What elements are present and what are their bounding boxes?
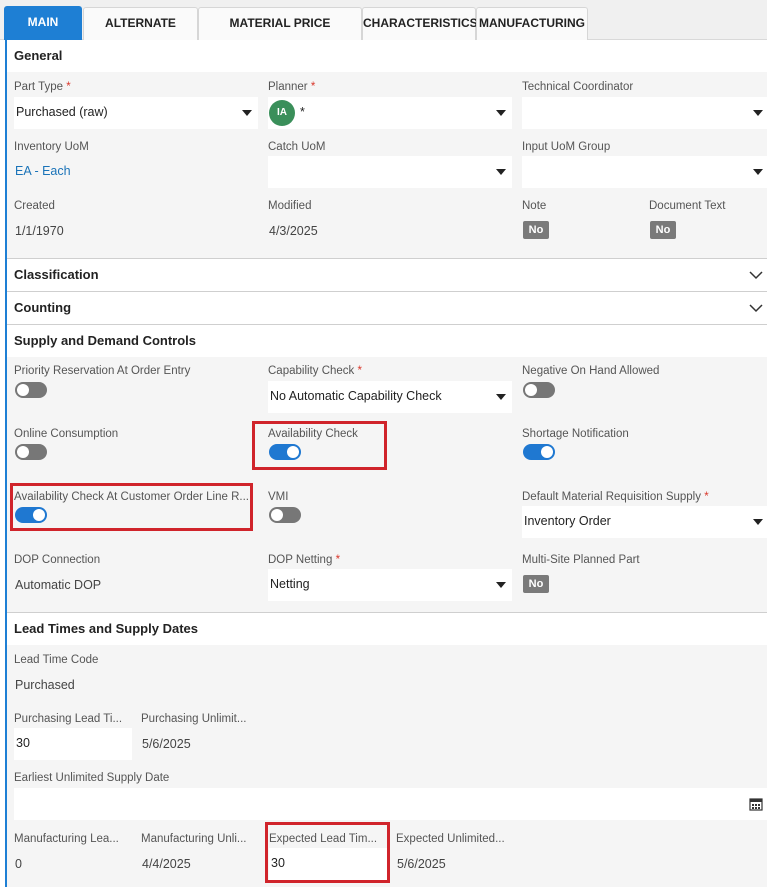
part-type-select[interactable]: Purchased (raw) [14,97,258,129]
document-text-badge[interactable]: No [650,221,676,239]
dop-netting-value: Netting [270,577,310,591]
lead-times-title: Lead Times and Supply Dates [14,621,198,636]
manufacturing-unlimited-value: 4/4/2025 [142,857,191,871]
purchasing-unlimited-value: 5/6/2025 [142,737,191,751]
purchasing-lead-time-label: Purchasing Lead Ti... [14,713,123,725]
general-section-header[interactable]: General [7,40,767,72]
purchasing-lead-time-value: 30 [16,736,30,750]
chevron-down-icon[interactable] [749,268,763,282]
chevron-down-icon [496,582,506,588]
general-title: General [14,48,63,63]
tab-manufacturing[interactable]: MANUFACTURING [476,7,588,40]
default-material-req-value: Inventory Order [524,514,611,528]
supply-demand-section-header[interactable]: Supply and Demand Controls [7,325,767,357]
inventory-uom-label: Inventory UoM [14,141,89,153]
chevron-down-icon[interactable] [749,301,763,315]
created-label: Created [14,200,55,212]
expected-unlimited-value: 5/6/2025 [397,857,446,871]
negative-on-hand-toggle[interactable] [523,382,555,398]
input-uom-group-select[interactable] [522,156,767,188]
tab-characteristics[interactable]: CHARACTERISTICS [362,7,478,40]
highlight-box [252,421,387,470]
technical-coordinator-select[interactable] [522,97,767,129]
input-uom-group-label: Input UoM Group [522,141,611,153]
calendar-icon[interactable] [749,797,763,811]
classification-title: Classification [14,267,99,282]
lead-times-section-header[interactable]: Lead Times and Supply Dates [7,613,767,645]
multi-site-badge[interactable]: No [523,575,549,593]
avatar: IA [269,100,295,126]
manufacturing-lead-value: 0 [15,857,22,871]
earliest-unlimited-label: Earliest Unlimited Supply Date [14,772,170,784]
purchasing-lead-time-input[interactable]: 30 [14,728,132,760]
created-value: 1/1/1970 [15,224,64,238]
lead-time-code-value: Purchased [15,678,75,692]
classification-section-header[interactable]: Classification [7,259,767,291]
vmi-toggle[interactable] [269,507,301,523]
technical-coordinator-label: Technical Coordinator [522,81,634,93]
capability-check-label: Capability Check * [268,365,362,377]
multi-site-label: Multi-Site Planned Part [522,554,640,566]
counting-section-header[interactable]: Counting [7,292,767,324]
chevron-down-icon [753,169,763,175]
capability-check-select[interactable]: No Automatic Capability Check [268,381,512,413]
chevron-down-icon [496,169,506,175]
purchasing-unlimited-label: Purchasing Unlimit... [141,713,247,725]
manufacturing-lead-label: Manufacturing Lea... [14,833,119,845]
chevron-down-icon [753,110,763,116]
main-content: General Part Type * Purchased (raw) Plan… [5,40,767,887]
catch-uom-label: Catch UoM [268,141,326,153]
lead-time-code-label: Lead Time Code [14,654,99,666]
chevron-down-icon [496,110,506,116]
supply-demand-title: Supply and Demand Controls [14,333,197,348]
highlight-box [265,822,390,883]
dop-connection-value: Automatic DOP [15,578,102,592]
earliest-unlimited-input[interactable] [14,788,767,820]
part-type-label: Part Type * [14,81,71,93]
tab-bar: MAIN ALTERNATE PARTS MATERIAL PRICE ELEM… [0,0,767,61]
tab-material-price-elements[interactable]: MATERIAL PRICE ELEMENTS [198,7,362,61]
planner-value: * [300,105,305,119]
tab-main[interactable]: MAIN [4,6,82,40]
online-consumption-label: Online Consumption [14,428,119,440]
chevron-down-icon [496,394,506,400]
note-label: Note [522,200,547,212]
tab-alternate-parts[interactable]: ALTERNATE PARTS [83,7,198,61]
online-consumption-toggle[interactable] [15,444,47,460]
planner-label: Planner * [268,81,316,93]
planner-select[interactable]: IA * [268,97,512,129]
shortage-notification-toggle[interactable] [523,444,555,460]
chevron-down-icon [242,110,252,116]
dop-connection-label: DOP Connection [14,554,101,566]
default-material-req-select[interactable]: Inventory Order [522,506,767,538]
dop-netting-label: DOP Netting * [268,554,341,566]
modified-value: 4/3/2025 [269,224,318,238]
priority-reservation-label: Priority Reservation At Order Entry [14,365,191,377]
default-material-req-label: Default Material Requisition Supply * [522,491,709,503]
dop-netting-select[interactable]: Netting [268,569,512,601]
inventory-uom-link[interactable]: EA - Each [15,164,71,178]
catch-uom-select[interactable] [268,156,512,188]
counting-title: Counting [14,300,72,315]
shortage-notification-label: Shortage Notification [522,428,629,440]
modified-label: Modified [268,200,312,212]
highlight-box [10,483,253,531]
note-badge[interactable]: No [523,221,549,239]
part-type-value: Purchased (raw) [16,105,108,119]
priority-reservation-toggle[interactable] [15,382,47,398]
manufacturing-unlimited-label: Manufacturing Unli... [141,833,247,845]
vmi-label: VMI [268,491,289,503]
negative-on-hand-label: Negative On Hand Allowed [522,365,660,377]
document-text-label: Document Text [649,200,726,212]
chevron-down-icon [753,519,763,525]
capability-check-value: No Automatic Capability Check [270,389,442,403]
expected-unlimited-label: Expected Unlimited... [396,833,505,845]
